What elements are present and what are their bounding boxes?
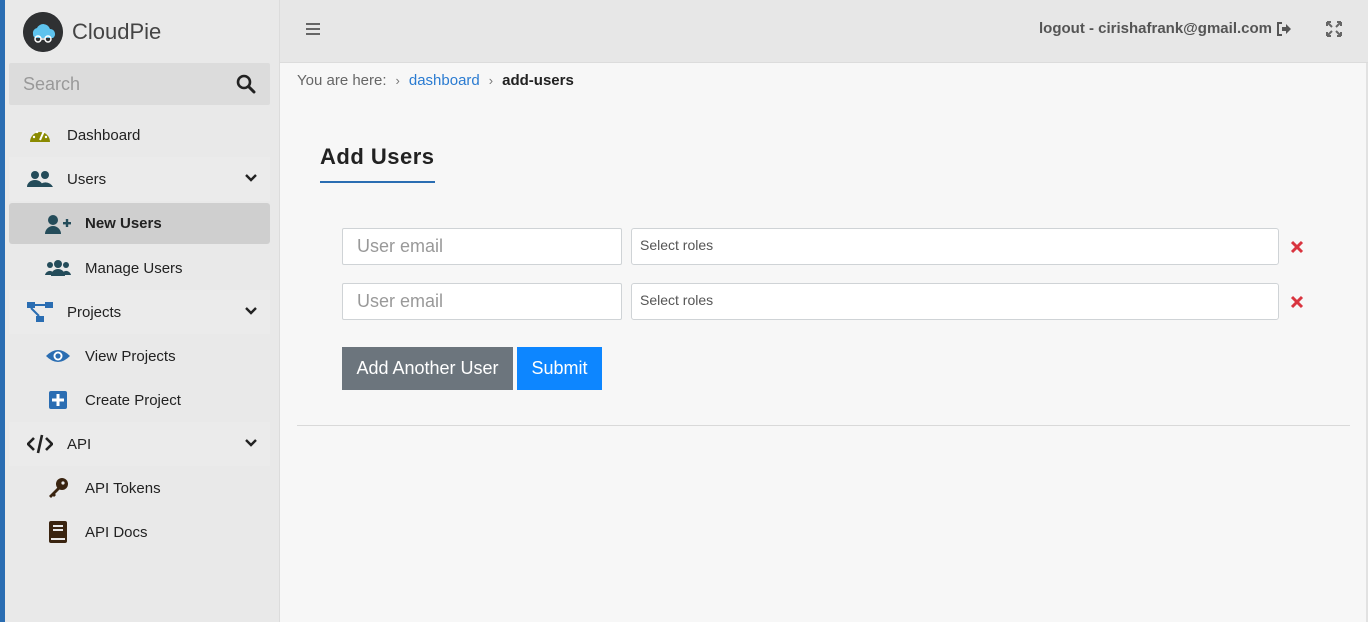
sidebar-item-label: New Users <box>85 215 162 232</box>
content-divider <box>297 425 1350 426</box>
title-underline <box>320 181 435 183</box>
breadcrumb-link-dashboard[interactable]: dashboard <box>409 72 480 89</box>
fullscreen-icon[interactable] <box>1326 21 1342 37</box>
roles-select[interactable]: Select roles <box>631 283 1279 320</box>
remove-row-icon[interactable] <box>1290 240 1304 254</box>
sidebar-item-label: API Tokens <box>85 479 161 497</box>
remove-row-icon[interactable] <box>1290 295 1304 309</box>
sidebar-nav: Dashboard Users New Users Manage Users P… <box>9 113 270 554</box>
sidebar-item-label: View Projects <box>85 347 176 365</box>
logout-link[interactable]: logout - cirishafrank@gmail.com <box>1039 20 1292 37</box>
sidebar-item-label: Projects <box>67 303 122 321</box>
search-icon[interactable] <box>236 74 256 94</box>
breadcrumb-current: add-users <box>502 72 574 89</box>
user-plus-icon <box>45 213 71 235</box>
search-box[interactable]: Search <box>9 63 270 105</box>
sidebar-item-label: API Docs <box>85 523 148 541</box>
chevron-down-icon[interactable] <box>244 304 258 318</box>
breadcrumb-separator: › <box>395 73 400 88</box>
user-row: User email Select roles <box>342 283 1312 321</box>
breadcrumb-prefix: You are here: <box>297 72 387 89</box>
add-another-user-button[interactable]: Add Another User <box>342 347 513 390</box>
email-field[interactable]: User email <box>342 283 622 320</box>
sidebar-item-manage-users[interactable]: Manage Users <box>9 246 270 290</box>
book-icon <box>45 521 71 543</box>
sidebar-item-label: Dashboard <box>67 126 141 144</box>
dashboard-icon <box>27 124 53 146</box>
sidebar-item-projects[interactable]: Projects <box>9 290 270 334</box>
sidebar-item-dashboard[interactable]: Dashboard <box>9 113 270 157</box>
sidebar-item-label: Manage Users <box>85 259 183 277</box>
plus-square-icon <box>45 389 71 411</box>
sidebar-item-create-project[interactable]: Create Project <box>9 378 270 422</box>
sidebar: CloudPie Search Dashboard Users New User… <box>5 0 280 622</box>
search-input[interactable]: Search <box>23 74 80 95</box>
sidebar-item-api[interactable]: API <box>9 422 270 466</box>
breadcrumb: You are here: › dashboard › add-users <box>297 72 574 89</box>
user-logout-text: logout - cirishafrank@gmail.com <box>1039 20 1272 37</box>
sidebar-item-view-projects[interactable]: View Projects <box>9 334 270 378</box>
sidebar-item-label: Users <box>67 170 107 188</box>
sitemap-icon <box>27 301 53 323</box>
users-icon <box>27 168 53 190</box>
chevron-down-icon[interactable] <box>244 171 258 185</box>
email-field[interactable]: User email <box>342 228 622 265</box>
submit-button[interactable]: Submit <box>517 347 602 390</box>
brand-name: CloudPie <box>72 19 162 44</box>
sidebar-item-users[interactable]: Users <box>9 157 270 201</box>
sidebar-item-api-tokens[interactable]: API Tokens <box>9 466 270 510</box>
logout-icon <box>1277 21 1291 36</box>
cloudpie-logo-icon <box>23 12 63 52</box>
user-row: User email Select roles <box>342 228 1312 266</box>
brand[interactable]: CloudPie <box>23 12 161 52</box>
code-icon <box>27 433 53 455</box>
users-group-icon <box>45 257 71 279</box>
chevron-down-icon[interactable] <box>244 436 258 450</box>
page-title: Add Users <box>320 144 435 169</box>
menu-toggle-icon[interactable] <box>306 21 320 37</box>
sidebar-item-label: Create Project <box>85 391 181 409</box>
roles-select[interactable]: Select roles <box>631 228 1279 265</box>
breadcrumb-separator: › <box>488 73 494 88</box>
sidebar-item-label: API <box>67 435 92 453</box>
sidebar-item-new-users[interactable]: New Users <box>9 203 270 244</box>
topbar: logout - cirishafrank@gmail.com <box>280 0 1368 63</box>
eye-icon <box>45 345 71 367</box>
key-icon <box>45 477 71 499</box>
sidebar-item-api-docs[interactable]: API Docs <box>9 510 270 554</box>
